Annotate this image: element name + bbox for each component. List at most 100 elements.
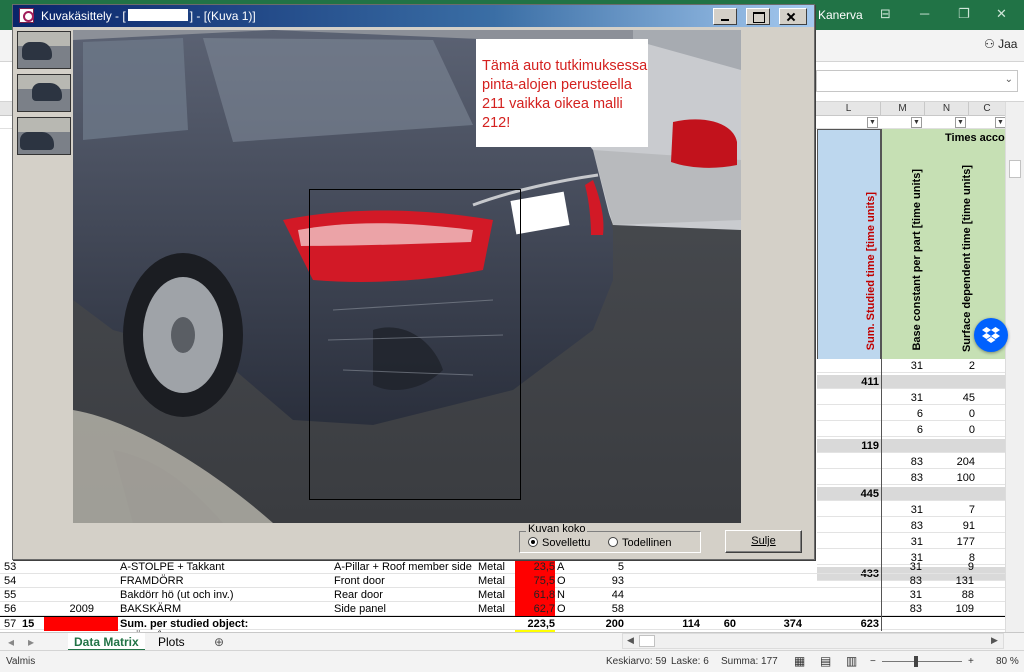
row-number[interactable]: 56 (4, 602, 20, 616)
cell-m[interactable]: 83 (881, 519, 923, 533)
cell-material[interactable]: Metal (478, 574, 514, 588)
cell-m[interactable]: 31 (881, 503, 923, 517)
dialog-title-bar[interactable]: Kuvakäsittely - [] - [(Kuva 1)] (13, 5, 814, 27)
column-header-o[interactable]: C (969, 102, 1005, 116)
cell-area[interactable]: 61,8 (515, 588, 555, 602)
sum-label[interactable]: Sum. per studied object: (120, 617, 420, 631)
cell-area[interactable]: 62,7 (515, 602, 555, 616)
cell-part-sv[interactable]: FRAMDÖRR (120, 574, 330, 588)
cell-material[interactable]: Metal (478, 588, 514, 602)
cell-year[interactable] (40, 588, 94, 602)
thumbnail-2[interactable] (17, 74, 71, 112)
cell-n[interactable]: 7 (925, 503, 975, 517)
cell-l[interactable]: 445 (817, 487, 879, 501)
radio-unselected-icon[interactable] (608, 537, 618, 547)
cell-count[interactable]: 5 (570, 560, 624, 574)
dialog-maximize-button[interactable] (746, 8, 770, 25)
cell-part-en[interactable]: A-Pillar + Roof member side (334, 560, 476, 574)
scroll-thumb[interactable] (1009, 160, 1021, 178)
filter-dropdown-icon[interactable]: ▼ (867, 117, 878, 128)
cell-part-sv[interactable]: Bakdörr hö (ut och inv.) (120, 588, 330, 602)
cell-n[interactable]: 2 (925, 359, 975, 373)
cell-m[interactable]: 83 (881, 455, 923, 469)
cell-n[interactable]: 100 (925, 471, 975, 485)
column-header-n[interactable]: N (925, 102, 969, 116)
radio-fitted[interactable]: Sovellettu (528, 537, 590, 549)
sum-area[interactable]: 223,5 (510, 617, 555, 631)
share-button[interactable]: ⚇ Jaa (984, 37, 1017, 51)
vertical-scrollbar[interactable] (1005, 102, 1024, 632)
column-header-m[interactable]: M (881, 102, 925, 116)
cell-m[interactable]: 31 (881, 359, 923, 373)
cell-n[interactable]: 131 (930, 574, 974, 588)
cell-n[interactable]: 204 (925, 455, 975, 469)
cell-code[interactable]: N (557, 588, 569, 602)
radio-selected-icon[interactable] (528, 537, 538, 547)
cell-part-en[interactable]: Rear door (334, 588, 476, 602)
dialog-close-button[interactable] (779, 8, 807, 25)
cell-code[interactable]: A (557, 560, 569, 574)
zoom-out-icon[interactable]: − (870, 656, 876, 667)
column-header-l[interactable]: L (817, 102, 881, 116)
cell-m[interactable]: 83 (881, 471, 923, 485)
tab-data-matrix[interactable]: Data Matrix (68, 633, 145, 651)
excel-min-icon[interactable]: ⊟ (880, 6, 891, 22)
page-break-icon[interactable]: ▥ (846, 654, 857, 668)
cell-material[interactable]: Metal (478, 560, 514, 574)
sum-k[interactable]: 374 (740, 617, 802, 631)
tab-plots[interactable]: Plots (152, 633, 191, 651)
excel-close-icon[interactable]: ✕ (996, 6, 1007, 22)
cell-l[interactable]: 119 (817, 439, 879, 453)
thumbnail-3[interactable] (17, 117, 71, 155)
row-number[interactable]: 55 (4, 588, 20, 602)
cell-part-sv[interactable]: A-STOLPE + Takkant (120, 560, 330, 574)
horizontal-scrollbar[interactable]: ◀ ▶ (622, 633, 1004, 649)
radio-actual[interactable]: Todellinen (608, 537, 672, 549)
filter-dropdown-icon[interactable]: ▼ (955, 117, 966, 128)
cell-l[interactable]: 411 (817, 375, 879, 389)
row-number[interactable]: 54 (4, 574, 20, 588)
cell-n[interactable]: 0 (925, 423, 975, 437)
cell-year[interactable] (40, 560, 94, 574)
cell-m[interactable]: 31 (881, 391, 923, 405)
cell-area[interactable]: 75,5 (515, 574, 555, 588)
sum-j[interactable]: 60 (700, 617, 736, 631)
dropbox-icon[interactable] (974, 318, 1008, 352)
row-number[interactable]: 53 (4, 560, 20, 574)
normal-view-icon[interactable]: ▦ (794, 654, 805, 668)
cell-part-en[interactable]: Side panel (334, 602, 476, 616)
cell-code[interactable]: O (557, 602, 569, 616)
zoom-slider[interactable] (882, 661, 962, 662)
cell-m[interactable]: 83 (884, 602, 922, 616)
excel-restore-icon[interactable]: ❐ (958, 6, 970, 22)
filter-dropdown-icon[interactable]: ▼ (911, 117, 922, 128)
cell-n[interactable]: 91 (925, 519, 975, 533)
cell-n[interactable]: 88 (930, 588, 974, 602)
cell-m[interactable]: 31 (881, 535, 923, 549)
cell-year[interactable] (40, 574, 94, 588)
cell-m[interactable]: 6 (881, 423, 923, 437)
sum-i[interactable]: 114 (640, 617, 700, 631)
zoom-level[interactable]: 80 % (996, 656, 1019, 667)
scroll-left-icon[interactable]: ◀ (627, 635, 634, 646)
cell-m[interactable]: 83 (884, 574, 922, 588)
prev-sheet-icon[interactable]: ◂ (2, 633, 20, 651)
cell-part-sv[interactable]: BAKSKÄRM (120, 602, 330, 616)
cell-n[interactable]: 177 (925, 535, 975, 549)
cell-n[interactable]: 0 (925, 407, 975, 421)
sum-h[interactable]: 200 (570, 617, 624, 631)
zoom-slider-thumb[interactable] (914, 656, 918, 667)
scroll-thumb[interactable] (639, 635, 655, 647)
cell-n[interactable]: 109 (930, 602, 974, 616)
formula-input[interactable]: ⌄ (816, 70, 1018, 92)
dialog-minimize-button[interactable] (713, 8, 737, 25)
cell-n[interactable]: 9 (930, 560, 974, 574)
cell-count[interactable]: 58 (570, 602, 624, 616)
cell-count[interactable]: 44 (570, 588, 624, 602)
thumbnail-1[interactable] (17, 31, 71, 69)
row-number[interactable]: 57 (4, 617, 20, 631)
zoom-in-icon[interactable]: + (968, 656, 974, 667)
cell-m[interactable]: 6 (881, 407, 923, 421)
chevron-down-icon[interactable]: ⌄ (1005, 74, 1013, 85)
cell-m[interactable]: 31 (884, 588, 922, 602)
